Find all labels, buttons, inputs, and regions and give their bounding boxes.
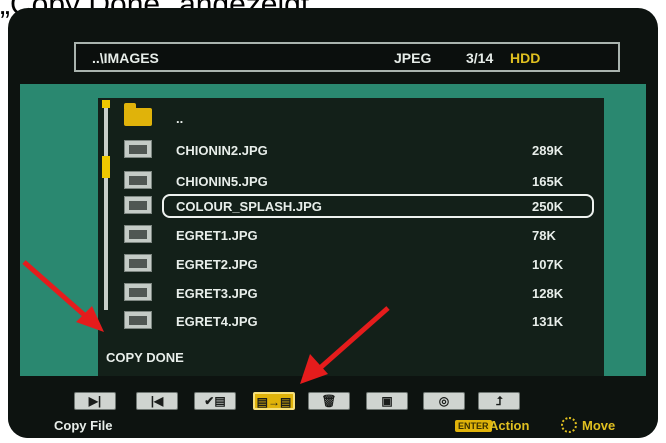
annotation-arrows xyxy=(22,260,390,384)
arrow-to-copy-button-icon xyxy=(300,306,390,384)
arrow-to-status-icon xyxy=(22,260,104,332)
